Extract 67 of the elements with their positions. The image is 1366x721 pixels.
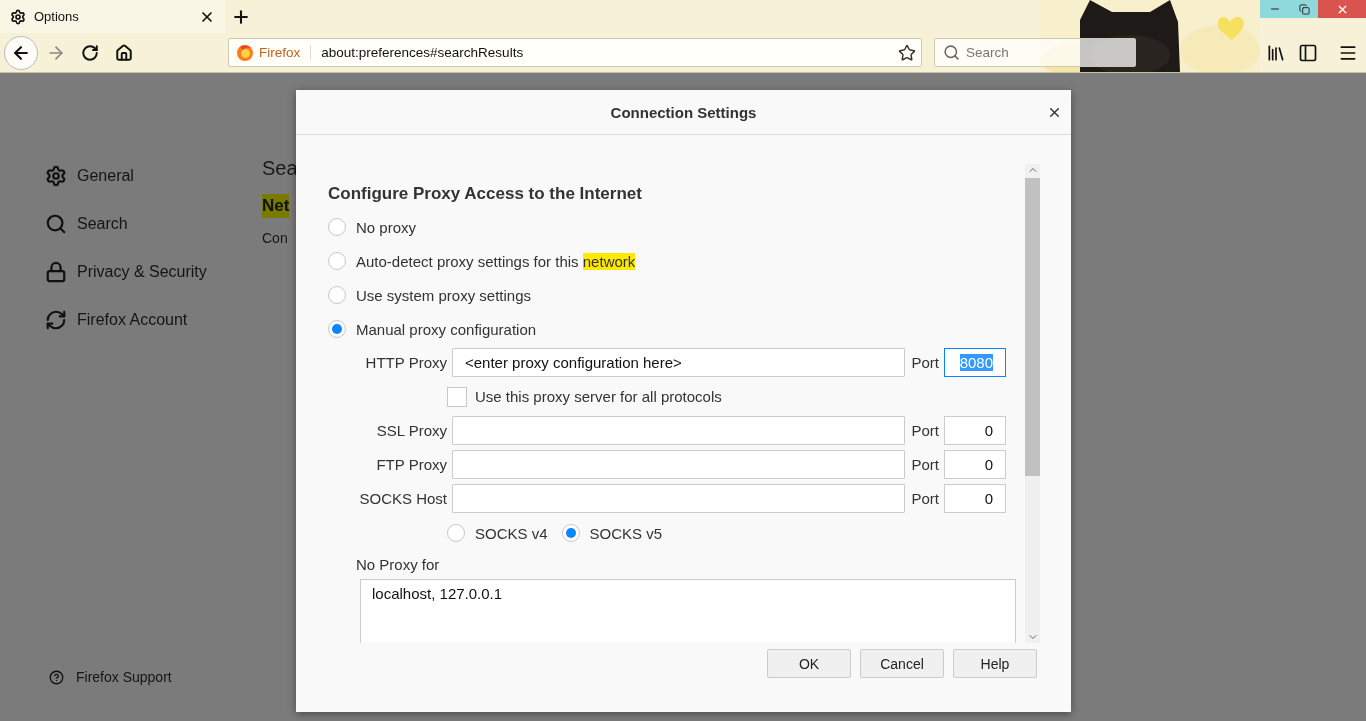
home-icon — [115, 43, 133, 62]
radio-button[interactable] — [328, 320, 346, 338]
bookmark-star-icon[interactable] — [898, 43, 916, 62]
radio-label: Use system proxy settings — [356, 286, 532, 304]
radio-label: Auto-detect proxy settings for this network — [356, 252, 636, 270]
radio-button[interactable] — [447, 524, 465, 542]
sidebar-icon[interactable] — [1298, 42, 1318, 63]
back-button[interactable] — [4, 35, 38, 70]
checkbox[interactable] — [447, 386, 467, 407]
radio-label: SOCKS v4 — [475, 524, 548, 542]
checkbox-label: Use this proxy server for all protocols — [475, 388, 722, 405]
dialog-button[interactable]: OK — [767, 649, 851, 678]
radio-label: No proxy — [356, 218, 417, 236]
section-text: Con — [262, 230, 288, 246]
tab-title: Options — [34, 9, 80, 24]
reload-icon — [81, 43, 99, 62]
radio-label: Manual proxy configuration — [356, 320, 537, 338]
radio-label: SOCKS v5 — [589, 524, 663, 542]
restore-button[interactable] — [1290, 0, 1318, 18]
port-field[interactable]: 0 — [944, 450, 1006, 479]
radio-button[interactable] — [328, 218, 346, 236]
url-text: about:preferences#searchResults — [321, 45, 525, 60]
field-label: SSL Proxy — [375, 422, 447, 439]
port-label: Port — [910, 422, 939, 439]
radio-button[interactable] — [328, 286, 346, 304]
search-field[interactable]: Search — [934, 38, 1136, 67]
port-field[interactable]: 0 — [944, 416, 1006, 445]
gear-icon — [45, 165, 67, 187]
port-label: Port — [910, 354, 939, 371]
proxy-field[interactable] — [452, 416, 905, 445]
proxy-field[interactable] — [452, 450, 905, 479]
dialog-title: Connection Settings — [610, 103, 757, 121]
proxy-field[interactable]: <enter proxy configuration here> — [452, 348, 905, 377]
search-icon — [45, 213, 67, 235]
sync-icon — [45, 309, 67, 331]
field-label: HTTP Proxy — [364, 354, 447, 371]
port-field[interactable]: 0 — [944, 484, 1006, 513]
sidebar-item[interactable]: Firefox Account — [45, 296, 262, 344]
sidebar-item[interactable]: Privacy & Security — [45, 248, 262, 296]
field-label: FTP Proxy — [375, 456, 447, 473]
address-bar[interactable]: Firefox about:preferences#searchResults — [228, 38, 922, 67]
gear-icon — [10, 8, 26, 25]
sidebar-item[interactable]: General — [45, 152, 262, 200]
proxy-field[interactable] — [452, 484, 905, 513]
browser-tab[interactable]: Options — [0, 0, 225, 33]
radio-button[interactable] — [561, 524, 580, 542]
field-label: SOCKS Host — [358, 490, 447, 507]
port-label: Port — [910, 490, 939, 507]
lock-icon — [45, 261, 67, 283]
sidebar-item[interactable]: Search — [45, 200, 262, 248]
browser-logo-icon — [236, 43, 254, 62]
search-icon — [943, 44, 960, 61]
dialog-button[interactable]: Cancel — [860, 649, 944, 678]
scrollbar[interactable] — [1025, 164, 1040, 643]
identity-label: Firefox — [254, 45, 312, 60]
close-window-button[interactable] — [1318, 0, 1366, 18]
support-link[interactable]: Firefox Support — [45, 669, 262, 685]
radio-button[interactable] — [328, 252, 346, 270]
dialog-button[interactable]: Help — [953, 649, 1037, 678]
port-label: Port — [910, 456, 939, 473]
page-heading: Sea — [262, 157, 298, 180]
minimize-button[interactable] — [1260, 0, 1290, 18]
no-proxy-field[interactable]: localhost, 127.0.0.1 — [360, 579, 1016, 643]
section-heading: Configure Proxy Access to the Internet — [328, 184, 643, 204]
field-label: No Proxy for — [356, 556, 441, 573]
restore-icon — [1298, 3, 1310, 15]
help-icon — [49, 669, 64, 685]
